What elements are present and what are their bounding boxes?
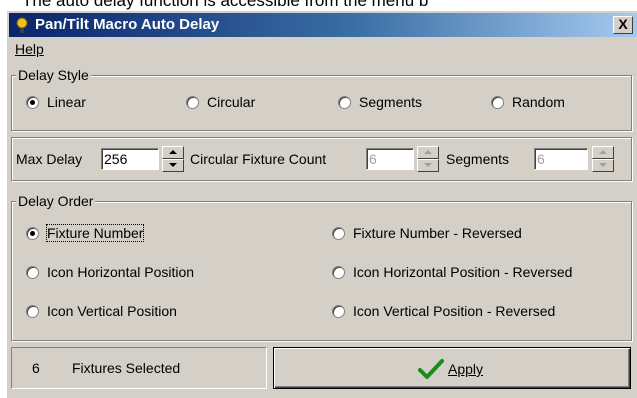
window-title: Pan/Tilt Macro Auto Delay [35, 16, 220, 33]
radio-linear[interactable]: Linear [26, 94, 86, 110]
radio-label: Fixture Number [45, 224, 145, 242]
fixtures-selected-status: 6 Fixtures Selected [11, 347, 267, 389]
radio-button[interactable] [338, 96, 351, 109]
arrow-up-icon [169, 150, 177, 154]
radio-label: Icon Vertical Position [47, 303, 177, 319]
close-button[interactable]: X [613, 16, 633, 34]
circular-fixture-count-label: Circular Fixture Count [190, 151, 327, 167]
delay-style-legend: Delay Style [16, 67, 91, 83]
spin-up-button[interactable] [162, 146, 184, 159]
page-caption: The auto delay function is accessible fr… [22, 0, 429, 10]
arrow-down-icon [599, 163, 607, 167]
radio-label: Fixture Number - Reversed [353, 225, 522, 241]
menu-help[interactable]: Help [15, 41, 44, 57]
auto-delay-dialog: Pan/Tilt Macro Auto Delay X Help Delay S… [6, 10, 637, 398]
close-icon: X [618, 16, 628, 32]
fixture-count: 6 [32, 360, 40, 376]
max-delay-input[interactable] [101, 148, 159, 170]
radio-button[interactable] [491, 96, 504, 109]
segments-label: Segments [446, 151, 510, 167]
spin-down-button[interactable] [592, 159, 614, 172]
title-bar[interactable]: Pan/Tilt Macro Auto Delay X [9, 13, 637, 37]
radio-button-checked[interactable] [26, 96, 39, 109]
radio-random[interactable]: Random [491, 94, 565, 110]
circular-fixture-count-spinner[interactable] [417, 146, 439, 172]
spin-up-button[interactable] [417, 146, 439, 159]
radio-label: Icon Vertical Position - Reversed [353, 303, 556, 319]
radio-label: Icon Horizontal Position - Reversed [353, 264, 573, 280]
radio-button[interactable] [332, 266, 345, 279]
radio-button[interactable] [186, 96, 199, 109]
spin-down-button[interactable] [417, 159, 439, 172]
apply-label: Apply [448, 361, 484, 377]
arrow-down-icon [169, 163, 177, 167]
radio-circular[interactable]: Circular [186, 94, 255, 110]
radio-button[interactable] [26, 266, 39, 279]
radio-segments[interactable]: Segments [338, 94, 422, 110]
radio-fixture-number-reversed[interactable]: Fixture Number - Reversed [332, 225, 522, 241]
max-delay-label: Max Delay [16, 151, 83, 167]
arrow-down-icon [424, 163, 432, 167]
radio-label: Random [512, 94, 565, 110]
delay-settings-group: Max Delay Circular Fixture Count Segment… [11, 137, 632, 181]
arrow-up-icon [599, 150, 607, 154]
radio-label: Segments [359, 94, 423, 110]
radio-icon-vertical-position[interactable]: Icon Vertical Position [26, 303, 177, 319]
delay-order-group: Delay Order Fixture Number Fixture Numbe… [11, 193, 632, 341]
radio-label: Linear [47, 94, 86, 110]
delay-order-legend: Delay Order [16, 193, 96, 209]
fixtures-selected-label: Fixtures Selected [72, 360, 181, 376]
radio-button[interactable] [26, 305, 39, 318]
segments-input[interactable] [534, 148, 588, 170]
max-delay-spinner[interactable] [162, 146, 184, 172]
checkmark-icon [418, 359, 444, 379]
apply-button[interactable]: Apply [273, 347, 631, 389]
radio-fixture-number[interactable]: Fixture Number [26, 224, 145, 242]
radio-label: Circular [207, 94, 256, 110]
spin-up-button[interactable] [592, 146, 614, 159]
radio-icon-horizontal-position-reversed[interactable]: Icon Horizontal Position - Reversed [332, 264, 572, 280]
radio-button-checked[interactable] [26, 227, 39, 240]
segments-spinner[interactable] [592, 146, 614, 172]
app-icon [16, 17, 28, 33]
radio-icon-horizontal-position[interactable]: Icon Horizontal Position [26, 264, 194, 280]
spin-down-button[interactable] [162, 159, 184, 172]
radio-icon-vertical-position-reversed[interactable]: Icon Vertical Position - Reversed [332, 303, 555, 319]
radio-button[interactable] [332, 227, 345, 240]
radio-label: Icon Horizontal Position [47, 264, 195, 280]
circular-fixture-count-input[interactable] [366, 148, 414, 170]
arrow-up-icon [424, 150, 432, 154]
radio-button[interactable] [332, 305, 345, 318]
delay-style-group: Delay Style Linear Circular Segments Ran… [11, 67, 632, 131]
